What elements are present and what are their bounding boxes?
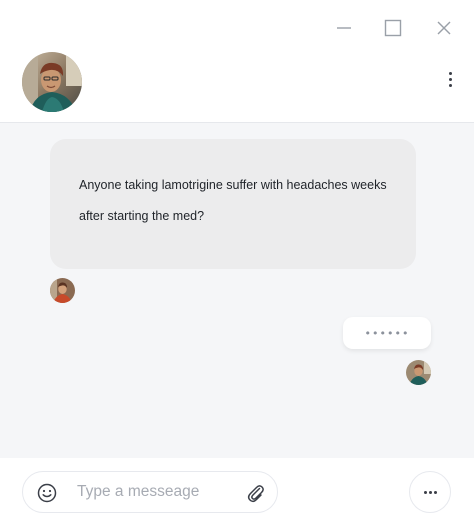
avatar[interactable] — [22, 52, 82, 112]
more-options-button[interactable] — [409, 471, 451, 513]
close-icon — [437, 21, 451, 35]
kebab-menu-button[interactable] — [440, 68, 460, 90]
incoming-message-bubble: Anyone taking lamotrigine suffer with he… — [50, 139, 416, 269]
paperclip-icon — [247, 485, 264, 503]
incoming-message-text: Anyone taking lamotrigine suffer with he… — [79, 178, 387, 223]
chat-window: Anyone taking lamotrigine suffer with he… — [0, 0, 474, 532]
avatar-image — [22, 52, 82, 112]
close-button[interactable] — [430, 14, 458, 42]
maximize-icon — [384, 19, 402, 37]
outgoing-message-bubble: •••••• — [343, 317, 431, 349]
sender-avatar — [50, 278, 75, 303]
message-composer — [0, 458, 474, 532]
user-avatar — [406, 360, 431, 385]
attach-button[interactable] — [245, 481, 265, 503]
typing-indicator: •••••• — [364, 326, 410, 340]
maximize-button[interactable] — [379, 14, 407, 42]
emoji-button[interactable] — [36, 482, 58, 504]
message-list[interactable]: Anyone taking lamotrigine suffer with he… — [0, 123, 474, 458]
minimize-icon — [337, 27, 351, 29]
title-bar — [0, 0, 474, 52]
smiley-icon — [37, 483, 57, 503]
kebab-menu-icon — [448, 71, 452, 87]
chat-header — [0, 52, 474, 123]
message-input[interactable] — [77, 480, 237, 504]
minimize-button[interactable] — [330, 14, 358, 42]
message-input-container — [22, 471, 278, 513]
more-horizontal-icon — [423, 490, 437, 494]
